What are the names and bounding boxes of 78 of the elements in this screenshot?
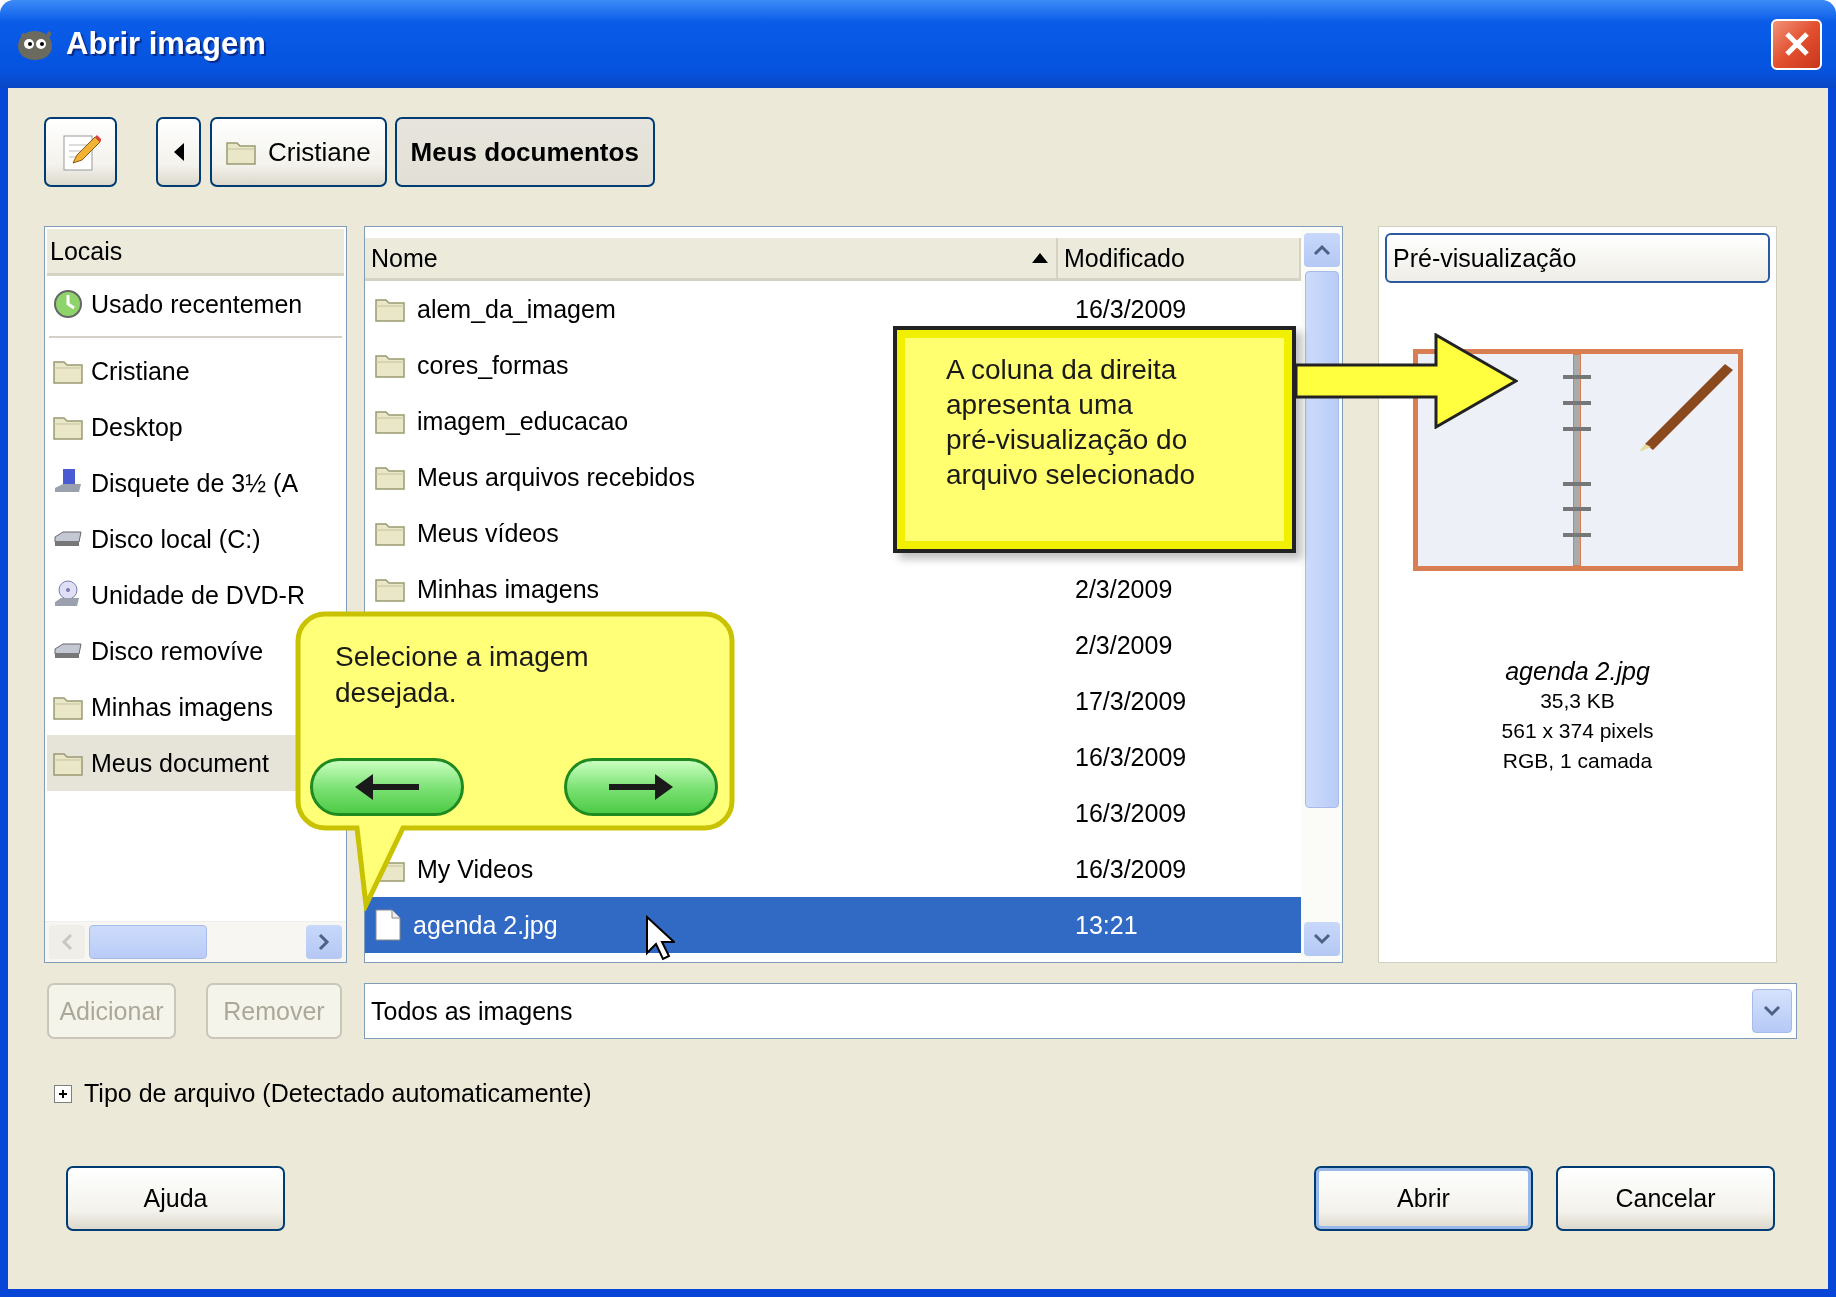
folder-icon: [226, 139, 256, 165]
modified-date: 2/3/2009: [1075, 574, 1173, 604]
close-button[interactable]: [1771, 18, 1822, 70]
right-arrow-icon: [609, 774, 673, 800]
modified-date: 17/3/2009: [1075, 686, 1187, 716]
modified-date: 16/3/2009: [1075, 742, 1187, 772]
folder-icon: [53, 358, 83, 384]
next-button[interactable]: [564, 758, 718, 816]
preview-detail: 35,3 KB: [1540, 688, 1615, 714]
file-name: Minhas imagens: [417, 574, 600, 604]
chevron-down-icon: [1763, 1005, 1781, 1017]
chevron-left-icon: [61, 933, 73, 951]
place-item[interactable]: Usado recentemen: [47, 276, 344, 332]
place-item[interactable]: Cristiane: [47, 343, 344, 399]
hard-drive-icon: [53, 643, 83, 659]
scroll-thumb[interactable]: [1304, 271, 1339, 808]
folder-icon: [375, 296, 405, 322]
column-header[interactable]: Nome: [365, 238, 1058, 278]
dialog-button[interactable]: Ajuda: [66, 1166, 285, 1231]
file-name: agenda 2.jpg: [413, 910, 558, 940]
place-item[interactable]: Disquete de 3½ (A: [47, 455, 344, 511]
file-name: alem_da_imagem: [417, 294, 616, 324]
file-icon: [375, 909, 401, 941]
preview-file-name: agenda 2.jpg: [1505, 657, 1650, 686]
close-icon: [1783, 31, 1810, 57]
scroll-thumb[interactable]: [89, 925, 207, 959]
folder-icon: [53, 694, 83, 720]
vertical-scrollbar[interactable]: [1301, 227, 1342, 962]
modified-date: 16/3/2009: [1075, 798, 1187, 828]
folder-icon: [53, 414, 83, 440]
callout-text: A coluna da direita apresenta uma pré-visualização do arquivo selecionado: [946, 353, 1197, 492]
folder-icon: [375, 352, 405, 378]
folder-icon: [375, 408, 405, 434]
previous-button[interactable]: [310, 758, 464, 816]
back-button[interactable]: [156, 117, 201, 187]
folder-icon: [53, 750, 83, 776]
preview-header[interactable]: Pré-visualização: [1385, 233, 1770, 283]
edit-location-button[interactable]: [44, 117, 117, 187]
file-name: Meus vídeos: [417, 518, 559, 548]
modified-date: 13:21: [1075, 910, 1138, 940]
clock-icon: [53, 289, 83, 319]
chevron-up-icon: [1312, 244, 1331, 256]
path-button[interactable]: Cristiane: [210, 117, 387, 187]
chevron-down-icon: [1312, 933, 1331, 945]
place-item[interactable]: Unidade de DVD-R: [47, 567, 344, 623]
places-header: Locais: [47, 229, 344, 276]
file-name: Meus arquivos recebidos: [417, 462, 695, 492]
dialog-button[interactable]: Cancelar: [1556, 1166, 1775, 1231]
left-arrow-icon: [355, 774, 419, 800]
horizontal-scrollbar[interactable]: [45, 921, 346, 962]
dialog-button[interactable]: Abrir: [1314, 1166, 1533, 1231]
preview-detail: 561 x 374 pixels: [1501, 718, 1654, 744]
window-title: Abrir imagem: [66, 26, 267, 62]
hard-drive-icon: [53, 531, 83, 547]
modified-date: 16/3/2009: [1075, 294, 1187, 324]
place-item[interactable]: Disco local (C:): [47, 511, 344, 567]
scroll-down-button[interactable]: [1303, 922, 1340, 956]
file-filter-dropdown[interactable]: Todos as imagens: [364, 983, 1797, 1039]
modified-date: 2/3/2009: [1075, 630, 1173, 660]
dropdown-button[interactable]: [1752, 989, 1792, 1033]
path-button[interactable]: Meus documentos: [394, 117, 655, 187]
file-type-expander[interactable]: Tipo de arquivo (Detectado automaticamente): [84, 1079, 592, 1108]
place-item[interactable]: Desktop: [47, 399, 344, 455]
folder-icon: [375, 520, 405, 546]
expand-icon[interactable]: [54, 1084, 72, 1103]
file-name: cores_formas: [417, 350, 569, 380]
folder-icon: [375, 576, 405, 602]
scroll-up-button[interactable]: [1303, 233, 1340, 267]
folder-icon: [375, 464, 405, 490]
modified-date: 16/3/2009: [1075, 854, 1187, 884]
file-name: My Videos: [417, 854, 534, 884]
left-triangle-icon: [173, 143, 184, 161]
callout-text: Selecione a imagem desejada.: [335, 640, 590, 710]
scroll-right-button[interactable]: [306, 925, 342, 959]
preview-detail: RGB, 1 camada: [1502, 748, 1653, 774]
file-name: imagem_educacao: [417, 406, 629, 436]
chevron-right-icon: [318, 933, 330, 951]
selected-file-row[interactable]: agenda 2.jpg 13:21: [365, 897, 1301, 953]
